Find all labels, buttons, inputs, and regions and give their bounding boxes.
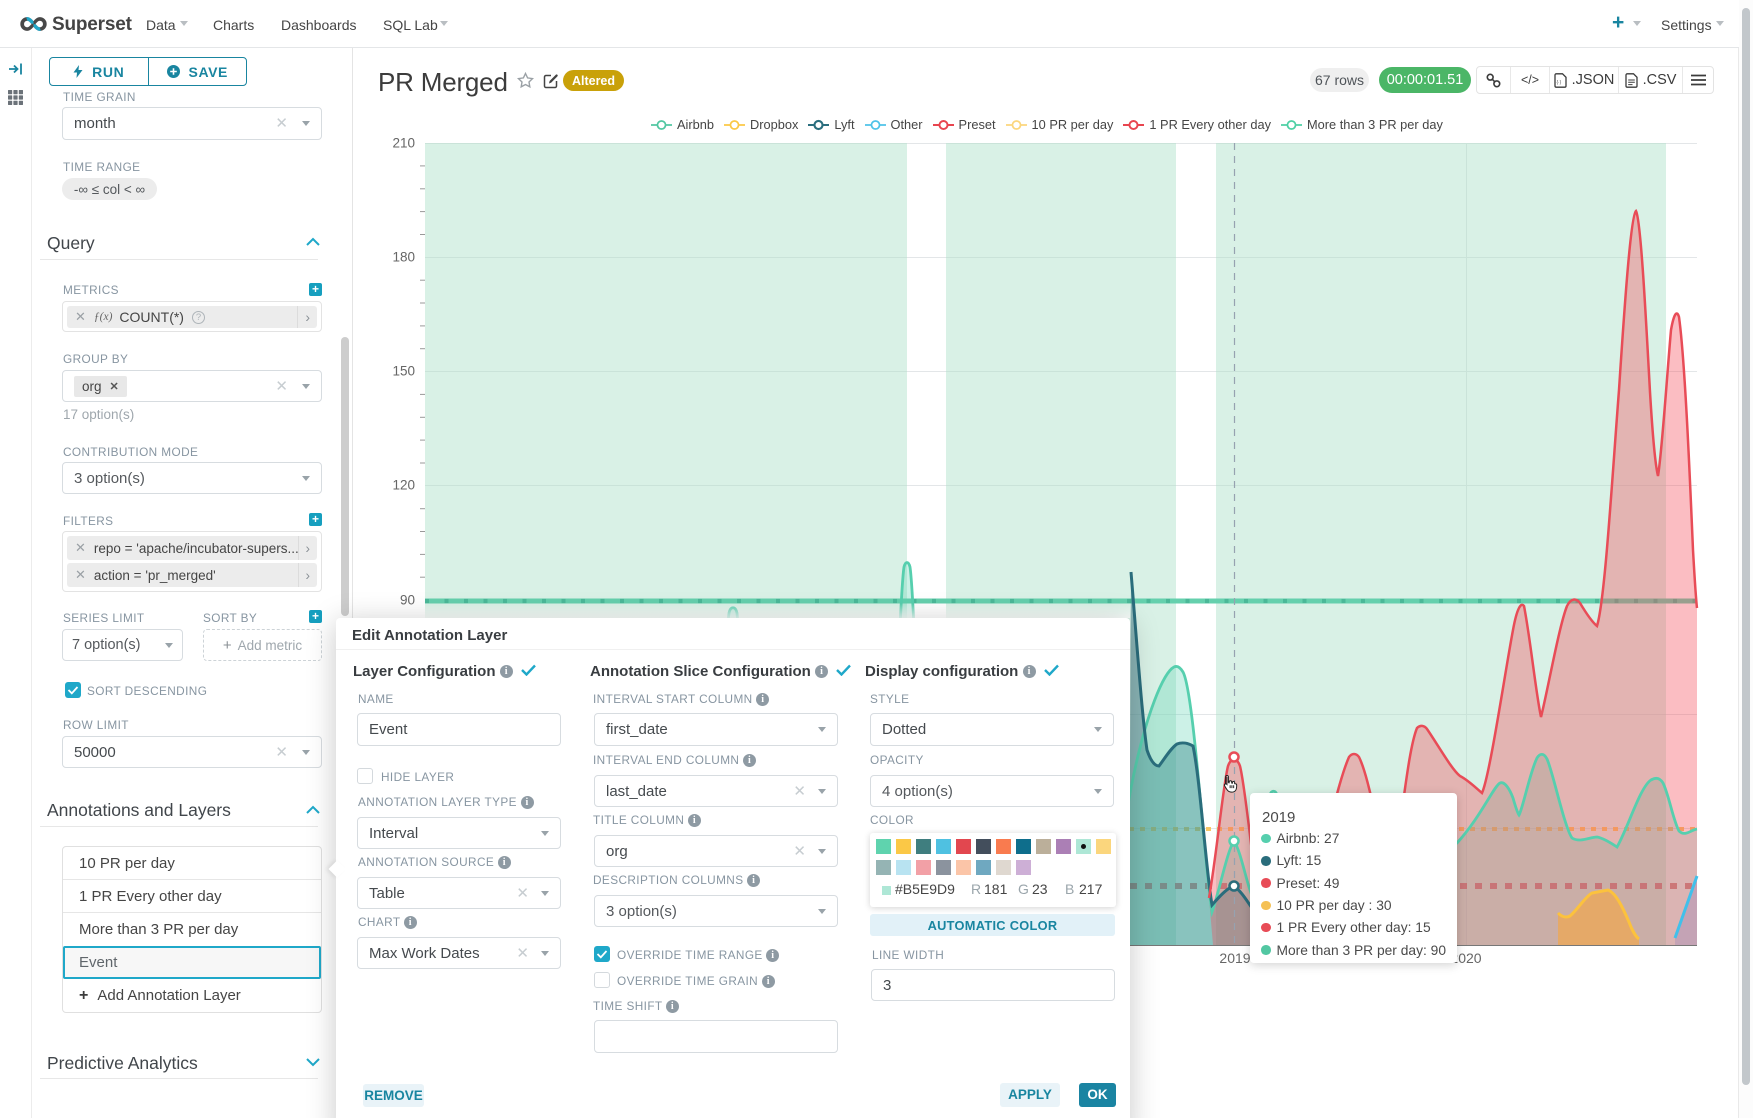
svg-text:180: 180 <box>392 250 415 265</box>
svg-text:90: 90 <box>400 593 415 608</box>
svg-text:120: 120 <box>392 478 415 493</box>
svg-text:210: 210 <box>392 136 415 151</box>
svg-text:150: 150 <box>392 364 415 379</box>
svg-text:2019: 2019 <box>1219 950 1250 966</box>
